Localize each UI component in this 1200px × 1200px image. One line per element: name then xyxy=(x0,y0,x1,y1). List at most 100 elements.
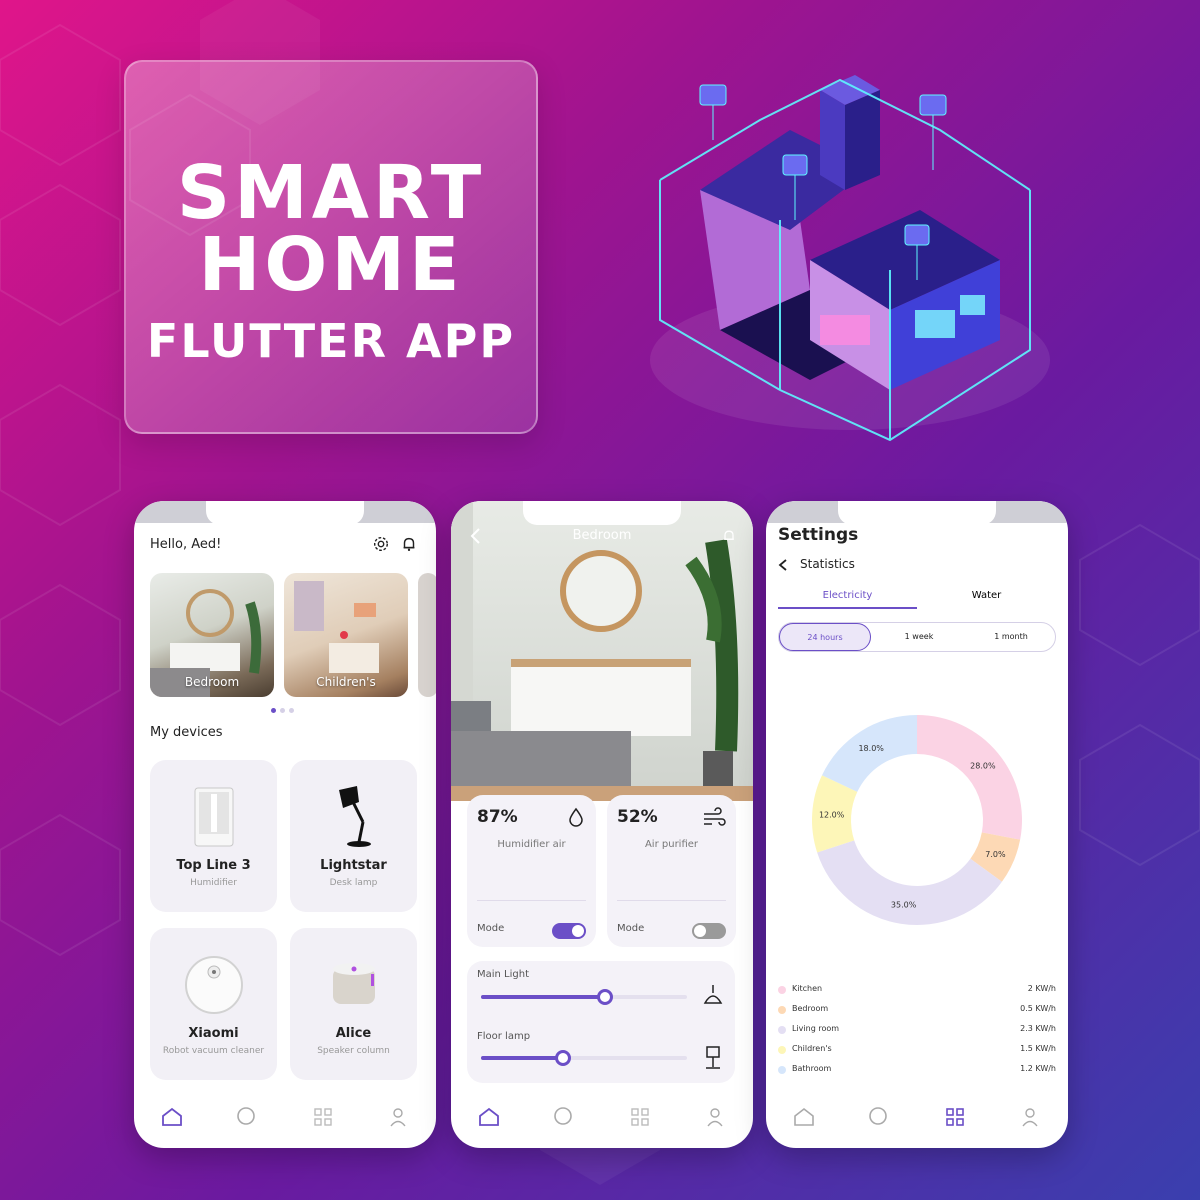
water-drop-icon xyxy=(569,807,583,827)
phone-room-screen: Bedroom 87% Humidifier air Mode 52% Air … xyxy=(451,501,753,1148)
greeting-text: Hello, Aed! xyxy=(150,537,222,552)
table-lamp-icon xyxy=(706,1046,720,1069)
gear-icon[interactable] xyxy=(372,535,390,553)
bell-icon[interactable] xyxy=(400,535,418,553)
smart-house-illustration xyxy=(650,75,1050,442)
range-1-month[interactable]: 1 month xyxy=(965,623,1057,651)
floor-lamp-slider[interactable] xyxy=(481,1050,687,1066)
electricity-donut-chart: 28.0% 7.0% 35.0% 12.0% 18.0% xyxy=(812,715,1022,925)
legend-row: Kitchen 2 KW/h xyxy=(778,984,1056,998)
legend-label: Children's xyxy=(792,1044,832,1053)
legend-value: 0.5 KW/h xyxy=(1020,1004,1056,1013)
search-icon[interactable] xyxy=(552,1105,576,1129)
legend-row: Living room 2.3 KW/h xyxy=(778,1024,1056,1038)
grid-icon[interactable] xyxy=(311,1105,335,1129)
legend-label: Kitchen xyxy=(792,984,823,993)
legend-swatch xyxy=(778,986,786,994)
legend-row: Bedroom 0.5 KW/h xyxy=(778,1004,1056,1018)
device-type: Desk lamp xyxy=(329,878,378,888)
phone-home-screen: Hello, Aed! Bedroom Children's My device… xyxy=(134,501,436,1148)
device-type: Robot vacuum cleaner xyxy=(162,1046,265,1056)
device-card-speaker[interactable]: Alice Speaker column xyxy=(290,928,417,1080)
room-card-partial[interactable] xyxy=(418,573,436,697)
sensor-label: Air purifier xyxy=(644,839,699,850)
page-title: Settings xyxy=(778,525,859,545)
room-card-label: Children's xyxy=(316,675,376,689)
tab-water[interactable]: Water xyxy=(917,590,1056,601)
search-icon[interactable] xyxy=(235,1105,259,1129)
legend-label: Bathroom xyxy=(792,1064,832,1073)
robot-vacuum-icon xyxy=(184,956,243,1014)
legend-row: Bathroom 1.2 KW/h xyxy=(778,1064,1056,1078)
donut-slice-label: 35.0% xyxy=(891,900,917,909)
tab-electricity[interactable]: Electricity xyxy=(778,590,917,609)
sensor-value: 52% xyxy=(617,807,658,827)
room-card-childrens[interactable]: Children's xyxy=(284,573,408,697)
promo-subtitle: FLUTTER APP xyxy=(146,314,516,368)
back-arrow-icon[interactable] xyxy=(778,558,788,572)
lights-panel: Main Light Floor lamp xyxy=(467,961,735,1083)
profile-icon[interactable] xyxy=(1018,1105,1042,1129)
home-icon[interactable] xyxy=(477,1105,501,1129)
sensor-label: Humidifier air xyxy=(497,839,566,850)
legend-value: 1.2 KW/h xyxy=(1020,1064,1056,1073)
donut-slice-label: 18.0% xyxy=(858,744,884,753)
room-title: Bedroom xyxy=(572,528,632,543)
home-icon[interactable] xyxy=(160,1105,184,1129)
bottom-navigation xyxy=(451,1086,753,1148)
promo-title-home: HOME xyxy=(198,222,464,308)
legend-swatch xyxy=(778,1066,786,1074)
legend-value: 2.3 KW/h xyxy=(1020,1024,1056,1033)
device-name: Top Line 3 xyxy=(176,858,251,873)
legend-value: 2 KW/h xyxy=(1027,984,1056,993)
device-type: Humidifier xyxy=(190,878,237,888)
sensor-value: 87% xyxy=(477,807,518,827)
phone-notch xyxy=(838,501,996,525)
phone-notch xyxy=(523,501,681,525)
phone-statistics-screen: Settings Statistics Electricity Water 24… xyxy=(766,501,1068,1148)
mode-label: Mode xyxy=(477,923,505,934)
device-name: Xiaomi xyxy=(188,1026,239,1041)
mode-toggle-off[interactable] xyxy=(692,923,726,939)
device-name: Lightstar xyxy=(320,858,387,873)
promo-title-card: SMART HOME FLUTTER APP xyxy=(124,60,538,434)
grid-icon[interactable] xyxy=(943,1105,967,1129)
device-card-robot-vacuum[interactable]: Xiaomi Robot vacuum cleaner xyxy=(150,928,277,1080)
legend-value: 1.5 KW/h xyxy=(1020,1044,1056,1053)
legend-swatch xyxy=(778,1026,786,1034)
device-card-desk-lamp[interactable]: Lightstar Desk lamp xyxy=(290,760,417,912)
legend-swatch xyxy=(778,1006,786,1014)
donut-slice-label: 7.0% xyxy=(985,850,1006,859)
bottom-navigation xyxy=(766,1086,1068,1148)
donut-slice-label: 12.0% xyxy=(819,811,845,820)
time-range-selector: 24 hours 1 week 1 month xyxy=(778,622,1056,652)
grid-icon[interactable] xyxy=(628,1105,652,1129)
mode-toggle-on[interactable] xyxy=(552,923,586,939)
phone-notch xyxy=(206,501,364,525)
donut-slice-kitchen xyxy=(917,715,1022,840)
home-icon[interactable] xyxy=(792,1105,816,1129)
donut-slice-label: 28.0% xyxy=(970,762,996,771)
donut-slice-bathroom xyxy=(821,715,917,792)
room-card-bedroom[interactable]: Bedroom xyxy=(150,573,274,697)
sensor-card-air-purifier[interactable]: 52% Air purifier Mode xyxy=(607,795,736,947)
bell-icon[interactable] xyxy=(721,527,737,545)
legend-row: Children's 1.5 KW/h xyxy=(778,1044,1056,1058)
section-title-my-devices: My devices xyxy=(150,725,223,740)
main-light-slider[interactable] xyxy=(481,989,687,1005)
bedroom-hero-photo xyxy=(451,501,753,801)
device-name: Alice xyxy=(335,1026,372,1041)
range-24-hours[interactable]: 24 hours xyxy=(779,623,871,651)
speaker-icon xyxy=(332,963,375,1004)
device-card-humidifier[interactable]: Top Line 3 Humidifier xyxy=(150,760,277,912)
range-1-week[interactable]: 1 week xyxy=(873,623,965,651)
legend-swatch xyxy=(778,1046,786,1054)
profile-icon[interactable] xyxy=(703,1105,727,1129)
profile-icon[interactable] xyxy=(386,1105,410,1129)
room-card-label: Bedroom xyxy=(184,675,240,689)
wind-icon xyxy=(704,807,726,826)
sensor-card-humidifier[interactable]: 87% Humidifier air Mode xyxy=(467,795,596,947)
humidifier-icon xyxy=(194,787,233,847)
search-icon[interactable] xyxy=(867,1105,891,1129)
mode-label: Mode xyxy=(617,923,645,934)
